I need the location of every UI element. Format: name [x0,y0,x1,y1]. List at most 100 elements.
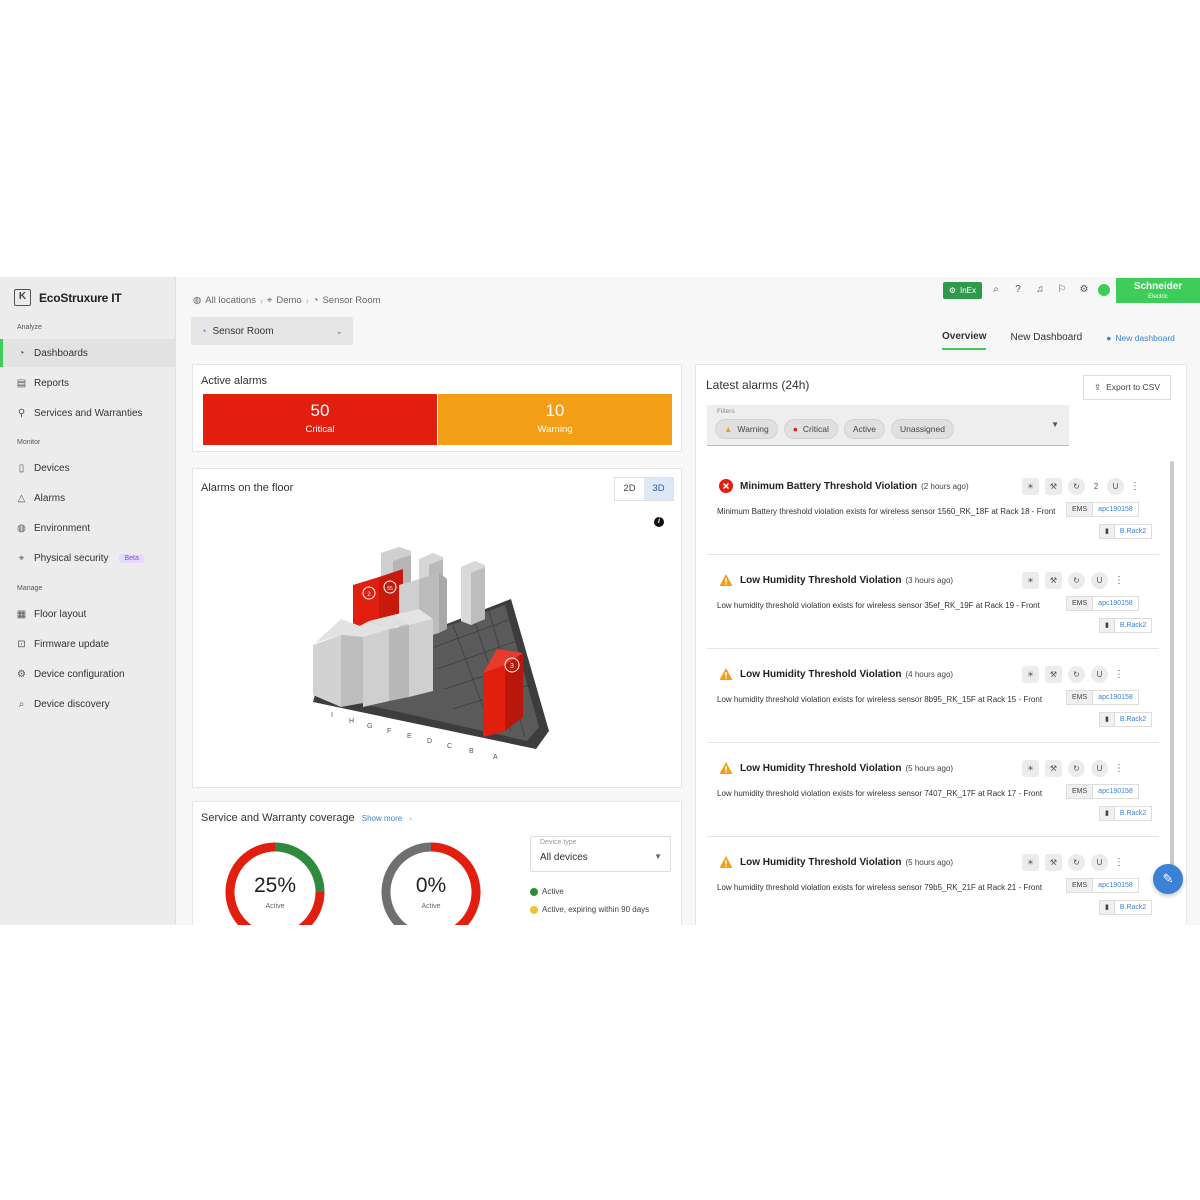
filters-field[interactable]: Filters ▲ Warning ● Critical Active Unas… [707,405,1069,446]
search-icon[interactable]: ⌕ [988,282,1004,298]
rack-tag-value: B.Rack2 [1119,904,1147,911]
wrench-icon[interactable]: ⚒ [1045,666,1062,683]
sync-icon[interactable]: ↻ [1068,854,1085,871]
breadcrumb: ◍ All locations › ⌖ Demo › ◔ Sensor Room [193,295,381,306]
export-label: Export to CSV [1106,382,1160,392]
ems-tag[interactable]: EMS apc190158 [1066,502,1139,517]
sidebar-item-device-config[interactable]: ⚙ Device configuration [0,660,176,688]
rack-icon: ▮ [1100,901,1115,914]
sync-icon[interactable]: ↻ [1068,572,1085,589]
user-icon[interactable]: U [1091,760,1108,777]
announcement-icon[interactable]: ⚐ [1054,282,1070,298]
filter-chip-unassigned[interactable]: Unassigned [891,419,954,439]
breadcrumb-all-locations[interactable]: All locations [205,295,256,306]
alarm-list-item[interactable]: Low Humidity Threshold Violation (5 hours… [707,837,1159,925]
alarm-list-item[interactable]: Minimum Battery Threshold Violation (2 ho… [707,461,1159,555]
sidebar-item-environment[interactable]: ◍ Environment [0,514,176,542]
kebab-menu-icon[interactable]: ⋮ [1114,857,1124,868]
critical-count: 50 [310,401,330,420]
sync-icon[interactable]: ↻ [1068,760,1085,777]
row-letter: I [331,712,333,719]
filter-chip-active[interactable]: Active [843,419,886,439]
sidebar-item-dashboards[interactable]: ◔ Dashboards [0,339,176,367]
brand-logo[interactable]: K EcoStruxure IT [14,289,122,306]
rack-tag[interactable]: ▮ B.Rack2 [1099,524,1153,539]
caret-down-icon: ▼ [1051,420,1059,429]
bell-icon[interactable]: ♫ [1032,282,1048,298]
export-csv-button[interactable]: ⇪ Export to CSV [1083,375,1171,400]
chevron-down-icon: ⌄ [335,325,343,336]
ems-tag[interactable]: EMS apc190158 [1066,878,1139,893]
wrench-icon[interactable]: ⚒ [1045,478,1062,495]
filter-chip-warning[interactable]: ▲ Warning [715,419,778,439]
sync-icon[interactable]: ↻ [1068,666,1085,683]
sidebar-item-reports[interactable]: ▤ Reports [0,369,176,397]
alarm-description: Low humidity threshold violation exists … [717,789,1043,798]
sidebar-item-floor-layout[interactable]: ▦ Floor layout [0,600,176,628]
warning-alarm-tile[interactable]: 10 Warning [438,394,672,445]
rack-tag[interactable]: ▮ B.Rack2 [1099,712,1153,727]
rack-tag[interactable]: ▮ B.Rack2 [1099,618,1153,633]
row-letter: B [469,748,474,755]
alarm-title-row: Low Humidity Threshold Violation (3 hours… [740,575,953,586]
rack-icon: ▮ [1100,807,1115,820]
ems-tag[interactable]: EMS apc190158 [1066,690,1139,705]
alarm-actions: ☀ ⚒ ↻ U ⋮ [1022,854,1124,871]
lightbulb-icon[interactable]: ☀ [1022,478,1039,495]
tab-new-dashboard[interactable]: New Dashboard [1010,332,1082,349]
assistant-fab-icon[interactable]: ✎ [1153,864,1183,894]
wrench-icon[interactable]: ⚒ [1045,572,1062,589]
filter-chip-critical[interactable]: ● Critical [783,419,838,439]
tab-overview[interactable]: Overview [942,331,987,350]
user-icon[interactable]: U [1091,854,1108,871]
ems-tag[interactable]: EMS apc190158 [1066,596,1139,611]
sidebar-item-devices[interactable]: ▯ Devices [0,454,176,482]
scrollbar[interactable] [1170,461,1174,881]
warning-icon: ▲ [724,424,733,434]
wrench-icon[interactable]: ⚒ [1045,760,1062,777]
sync-icon[interactable]: ↻ [1068,478,1085,495]
help-icon[interactable]: ? [1010,282,1026,298]
ems-tag[interactable]: EMS apc190158 [1066,784,1139,799]
rack-tag[interactable]: ▮ B.Rack2 [1099,900,1153,915]
device-icon: ▯ [18,462,25,474]
settings-icon[interactable]: ⚙ [1076,282,1092,298]
room-icon: ◔ [312,295,319,306]
sidebar-item-services[interactable]: ⚲ Services and Warranties [0,399,176,427]
lightbulb-icon[interactable]: ☀ [1022,572,1039,589]
alarm-list: Minimum Battery Threshold Violation (2 ho… [707,461,1159,925]
sidebar-item-alarms[interactable]: △ Alarms [0,484,176,512]
kebab-menu-icon[interactable]: ⋮ [1130,481,1140,492]
new-dashboard-label: New dashboard [1115,332,1175,343]
critical-alarm-tile[interactable]: 50 Critical [203,394,437,445]
section-label-monitor: Monitor [17,439,41,446]
rack-tag[interactable]: ▮ B.Rack2 [1099,806,1153,821]
lightbulb-icon[interactable]: ☀ [1022,760,1039,777]
user-icon[interactable]: U [1091,666,1108,683]
device-type-select[interactable]: Device type All devices ▼ [530,836,671,872]
breadcrumb-demo[interactable]: Demo [276,295,301,306]
kebab-menu-icon[interactable]: ⋮ [1114,669,1124,680]
sidebar-item-physical-security[interactable]: ⌖ Physical security Beta [0,544,176,572]
ems-tag-value: apc190158 [1098,882,1133,889]
sidebar-item-device-discovery[interactable]: ⌕ Device discovery [0,690,176,718]
alarm-list-item[interactable]: Low Humidity Threshold Violation (3 hours… [707,555,1159,649]
location-select[interactable]: ◔ Sensor Room ⌄ [191,317,353,345]
new-dashboard-link[interactable]: ● New dashboard [1106,333,1175,349]
inex-button[interactable]: ⚙ InEx [942,281,982,299]
alarm-list-item[interactable]: Low Humidity Threshold Violation (5 hours… [707,743,1159,837]
lightbulb-icon[interactable]: ☀ [1022,854,1039,871]
user-icon[interactable]: U [1107,478,1124,495]
alarm-time: (2 hours ago) [921,482,969,491]
lightbulb-icon[interactable]: ☀ [1022,666,1039,683]
floor-3d-view[interactable]: 2 55 3 I H G F E D C B A [193,469,683,789]
gear-icon: ⚙ [948,285,956,295]
wrench-icon[interactable]: ⚒ [1045,854,1062,871]
kebab-menu-icon[interactable]: ⋮ [1114,575,1124,586]
alarm-list-item[interactable]: Low Humidity Threshold Violation (4 hours… [707,649,1159,743]
sidebar-item-firmware[interactable]: ⊡ Firmware update [0,630,176,658]
user-avatar[interactable] [1098,284,1110,296]
kebab-menu-icon[interactable]: ⋮ [1114,763,1124,774]
user-icon[interactable]: U [1091,572,1108,589]
floor-layout-icon: ▦ [16,608,27,620]
